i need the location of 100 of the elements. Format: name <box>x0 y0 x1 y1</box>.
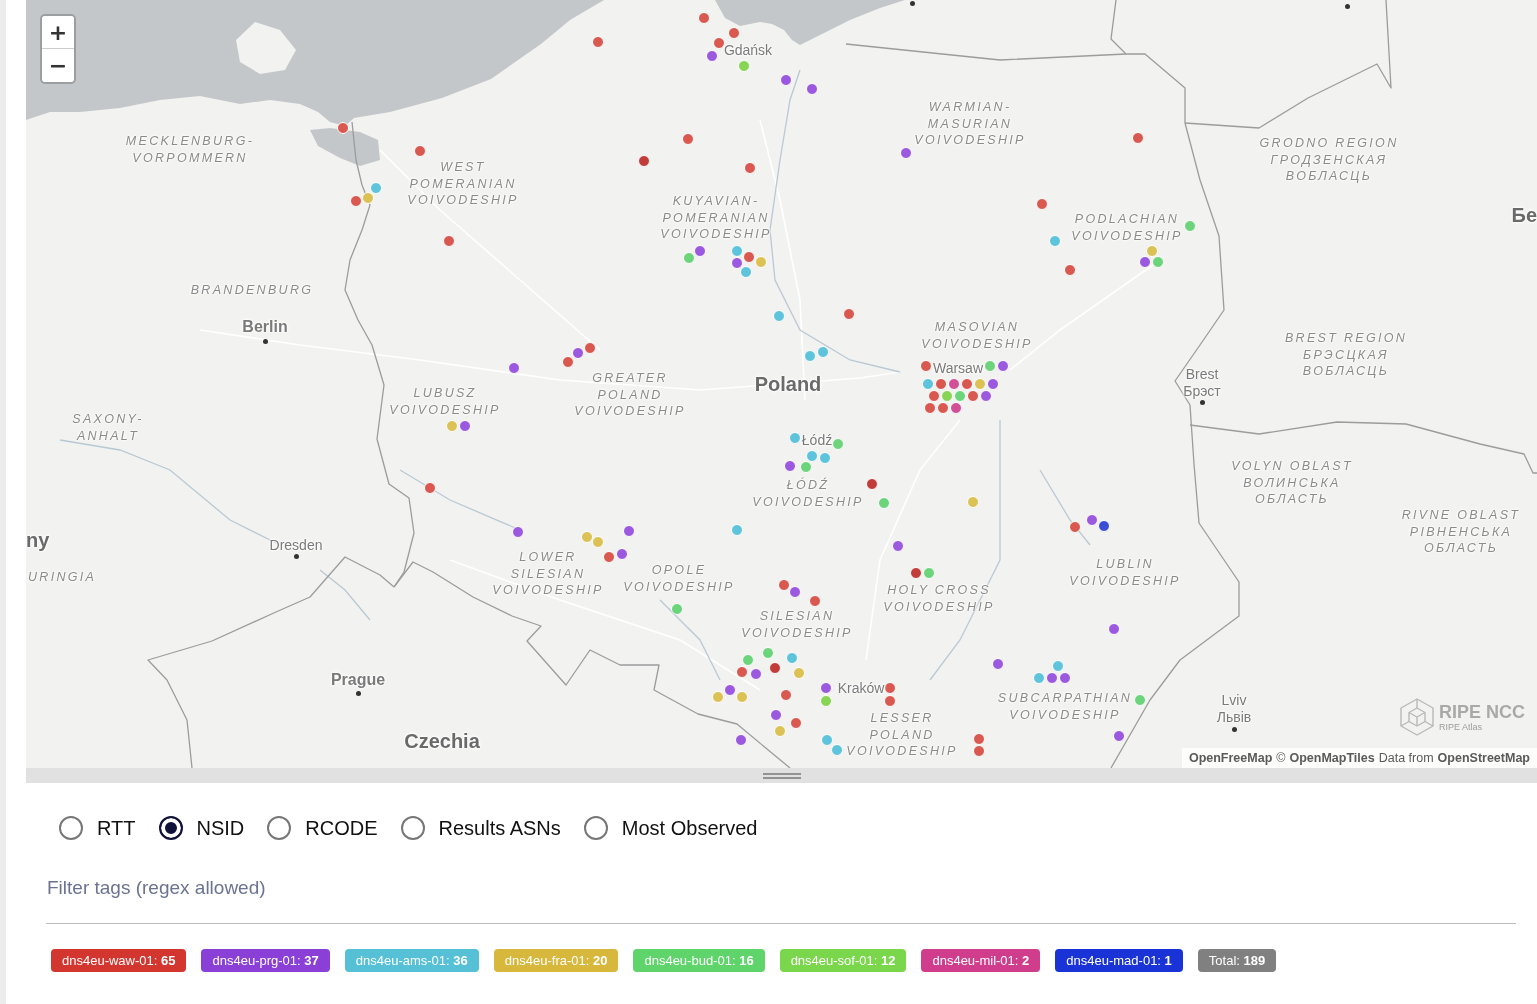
map-marker-icon[interactable] <box>584 342 596 354</box>
map-marker-icon[interactable] <box>1134 694 1146 706</box>
map-marker-icon[interactable] <box>831 744 843 756</box>
map-marker-icon[interactable] <box>910 567 922 579</box>
map-marker-icon[interactable] <box>706 50 718 62</box>
map-marker-icon[interactable] <box>892 540 904 552</box>
map-marker-icon[interactable] <box>773 310 785 322</box>
map-marker-icon[interactable] <box>984 360 996 372</box>
map-marker-icon[interactable] <box>370 182 382 194</box>
map-marker-icon[interactable] <box>742 654 754 666</box>
map-marker-icon[interactable] <box>806 450 818 462</box>
map-marker-icon[interactable] <box>974 378 986 390</box>
map-marker-icon[interactable] <box>878 497 890 509</box>
map-marker-icon[interactable] <box>950 402 962 414</box>
map-marker-icon[interactable] <box>1064 264 1076 276</box>
map-marker-icon[interactable] <box>1046 672 1058 684</box>
radio-label[interactable]: RTT <box>97 816 136 840</box>
map-marker-icon[interactable] <box>1086 514 1098 526</box>
attribution-link[interactable]: OpenFreeMap <box>1188 751 1273 765</box>
map-marker-icon[interactable] <box>784 460 796 472</box>
map-marker-icon[interactable] <box>1113 730 1125 742</box>
radio-button[interactable] <box>59 816 83 840</box>
map-marker-icon[interactable] <box>804 350 816 362</box>
map-marker-icon[interactable] <box>740 266 752 278</box>
radio-label[interactable]: RCODE <box>305 816 378 840</box>
zoom-in-button[interactable]: + <box>42 16 74 49</box>
map-marker-icon[interactable] <box>1049 235 1061 247</box>
map-marker-icon[interactable] <box>350 195 362 207</box>
attribution-link[interactable]: OpenMapTiles <box>1289 751 1375 765</box>
map-marker-icon[interactable] <box>809 595 821 607</box>
map-marker-icon[interactable] <box>744 162 756 174</box>
map-marker-icon[interactable] <box>821 734 833 746</box>
map-marker-icon[interactable] <box>987 378 999 390</box>
map-marker-icon[interactable] <box>922 378 934 390</box>
map-marker-icon[interactable] <box>973 733 985 745</box>
map-marker-icon[interactable] <box>992 658 1004 670</box>
map-marker-icon[interactable] <box>724 684 736 696</box>
map-marker-icon[interactable] <box>762 647 774 659</box>
map-marker-icon[interactable] <box>728 27 740 39</box>
filter-field[interactable]: Filter tags (regex allowed) <box>46 864 1516 924</box>
map-marker-icon[interactable] <box>459 420 471 432</box>
map-marker-icon[interactable] <box>572 347 584 359</box>
map-marker-icon[interactable] <box>997 360 1009 372</box>
map-marker-icon[interactable] <box>843 308 855 320</box>
map-marker-icon[interactable] <box>1059 672 1071 684</box>
map-marker-icon[interactable] <box>1139 256 1151 268</box>
map-marker-icon[interactable] <box>446 420 458 432</box>
map-marker-icon[interactable] <box>592 36 604 48</box>
map-marker-icon[interactable] <box>1069 521 1081 533</box>
map-marker-icon[interactable] <box>713 37 725 49</box>
map-marker-icon[interactable] <box>1036 198 1048 210</box>
map-marker-icon[interactable] <box>592 536 604 548</box>
map-marker-icon[interactable] <box>780 689 792 701</box>
map-marker-icon[interactable] <box>967 390 979 402</box>
map-marker-icon[interactable] <box>443 235 455 247</box>
map-marker-icon[interactable] <box>954 390 966 402</box>
map-marker-icon[interactable] <box>928 390 940 402</box>
map-marker-icon[interactable] <box>1108 623 1120 635</box>
map-marker-icon[interactable] <box>712 691 724 703</box>
map-marker-icon[interactable] <box>778 579 790 591</box>
map-marker-icon[interactable] <box>820 682 832 694</box>
map-marker-icon[interactable] <box>1152 256 1164 268</box>
map-marker-icon[interactable] <box>1132 132 1144 144</box>
map-marker-icon[interactable] <box>562 356 574 368</box>
map-marker-icon[interactable] <box>638 155 650 167</box>
map-marker-icon[interactable] <box>790 717 802 729</box>
radio-label[interactable]: Results ASNs <box>438 816 561 840</box>
map-marker-icon[interactable] <box>820 695 832 707</box>
map-marker-icon[interactable] <box>671 603 683 615</box>
map-marker-icon[interactable] <box>973 745 985 757</box>
radio-label[interactable]: Most Observed <box>621 816 758 840</box>
map-marker-icon[interactable] <box>698 12 710 24</box>
map-marker-icon[interactable] <box>603 551 615 563</box>
map-marker-icon[interactable] <box>832 438 844 450</box>
map-marker-icon[interactable] <box>743 251 755 263</box>
map-marker-icon[interactable] <box>819 452 831 464</box>
map-marker-icon[interactable] <box>924 402 936 414</box>
map-marker-icon[interactable] <box>755 256 767 268</box>
map-marker-icon[interactable] <box>789 586 801 598</box>
map-marker-icon[interactable] <box>735 734 747 746</box>
map-marker-icon[interactable] <box>866 478 878 490</box>
radio-button[interactable] <box>267 816 292 840</box>
map-marker-icon[interactable] <box>900 147 912 159</box>
map-marker-icon[interactable] <box>731 245 743 257</box>
map-marker-icon[interactable] <box>738 60 750 72</box>
map-marker-icon[interactable] <box>508 362 520 374</box>
map-marker-icon[interactable] <box>682 133 694 145</box>
map-marker-icon[interactable] <box>683 252 695 264</box>
map-marker-icon[interactable] <box>948 378 960 390</box>
map-marker-icon[interactable] <box>884 695 896 707</box>
map-marker-icon[interactable] <box>961 378 973 390</box>
map-marker-icon[interactable] <box>935 378 947 390</box>
map-marker-icon[interactable] <box>414 145 426 157</box>
map-marker-icon[interactable] <box>623 525 635 537</box>
radio-button[interactable] <box>158 816 183 840</box>
radio-label[interactable]: NSID <box>196 816 245 840</box>
map-marker-icon[interactable] <box>731 257 743 269</box>
map-marker-icon[interactable] <box>1052 660 1064 672</box>
map-marker-icon[interactable] <box>789 432 801 444</box>
radio-button[interactable] <box>400 816 425 840</box>
